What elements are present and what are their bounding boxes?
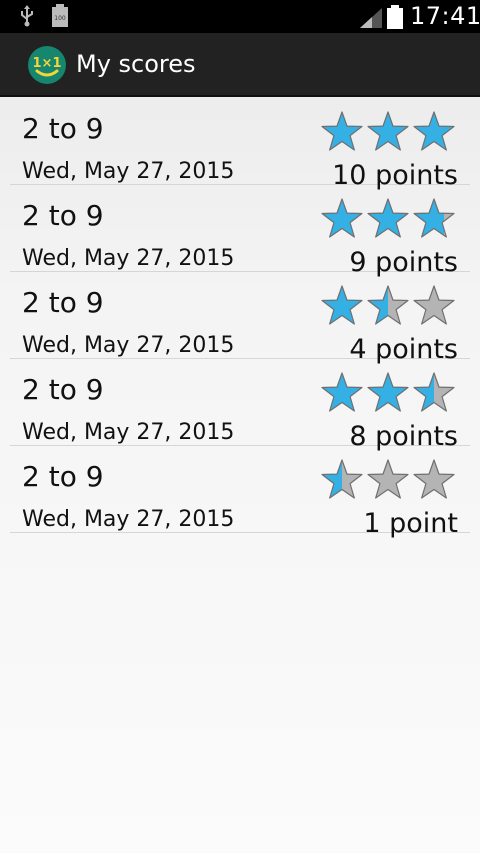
score-date: Wed, May 27, 2015 (22, 420, 235, 445)
status-time: 17:41 (410, 2, 480, 30)
score-row[interactable]: 2 to 9 Wed, May 27, 2015 8 points (10, 359, 470, 452)
svg-text:1×1: 1×1 (33, 56, 62, 71)
score-date: Wed, May 27, 2015 (22, 159, 235, 184)
star-icon (367, 459, 409, 499)
star-rating (321, 372, 455, 412)
star-icon (413, 111, 455, 151)
score-row[interactable]: 2 to 9 Wed, May 27, 2015 9 points (10, 185, 470, 278)
score-date: Wed, May 27, 2015 (22, 246, 235, 271)
star-rating (321, 198, 455, 238)
score-points: 1 point (363, 508, 458, 539)
star-icon (321, 459, 363, 499)
star-icon (413, 285, 455, 325)
star-rating (321, 285, 455, 325)
star-icon (413, 459, 455, 499)
star-rating (321, 459, 455, 499)
score-row[interactable]: 2 to 9 Wed, May 27, 2015 1 point (10, 446, 470, 539)
battery-icon (387, 5, 403, 29)
status-bar: 100 17:41 (0, 0, 480, 33)
score-row[interactable]: 2 to 9 Wed, May 27, 2015 4 points (10, 272, 470, 365)
score-date: Wed, May 27, 2015 (22, 333, 235, 358)
action-bar: 1×1 My scores (0, 33, 480, 97)
score-range: 2 to 9 (22, 373, 104, 406)
score-range: 2 to 9 (22, 199, 104, 232)
star-icon (321, 285, 363, 325)
star-icon (367, 111, 409, 151)
score-row[interactable]: 2 to 9 Wed, May 27, 2015 10 points (10, 98, 470, 191)
star-icon (367, 198, 409, 238)
star-icon (321, 198, 363, 238)
score-list: 2 to 9 Wed, May 27, 2015 10 points 2 to … (10, 98, 470, 539)
star-icon (321, 111, 363, 151)
score-date: Wed, May 27, 2015 (22, 507, 235, 532)
page-title: My scores (76, 50, 196, 78)
star-icon (413, 198, 455, 238)
score-range: 2 to 9 (22, 286, 104, 319)
battery-indicator-icon: 100 (52, 4, 68, 27)
score-range: 2 to 9 (22, 112, 104, 145)
star-icon (321, 372, 363, 412)
star-icon (413, 372, 455, 412)
score-range: 2 to 9 (22, 460, 104, 493)
usb-icon (21, 5, 33, 27)
signal-icon (360, 8, 382, 28)
svg-text:100: 100 (54, 15, 66, 22)
star-icon (367, 285, 409, 325)
star-rating (321, 111, 455, 151)
app-logo-icon[interactable]: 1×1 (27, 45, 67, 85)
star-icon (367, 372, 409, 412)
